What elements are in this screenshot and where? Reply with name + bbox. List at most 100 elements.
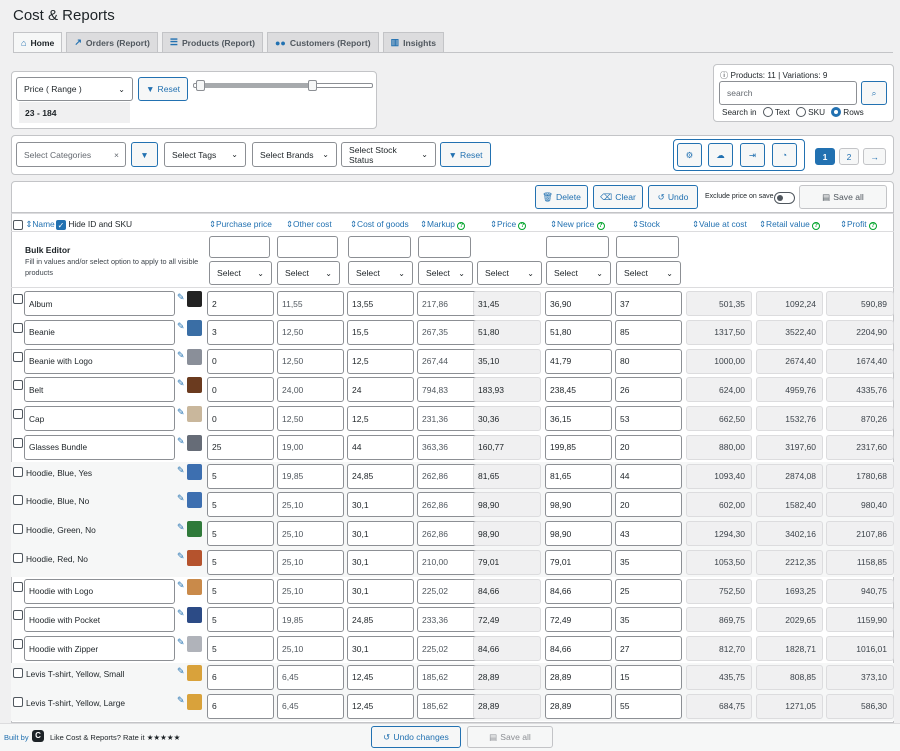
cloud-upload-button[interactable]: ☁ — [708, 143, 733, 167]
hide-id-sku-toggle[interactable]: ✓ Hide ID and SKU — [56, 219, 132, 230]
product-name-field[interactable]: Belt — [24, 377, 175, 403]
stock-field[interactable]: 27 — [615, 636, 682, 661]
search-input[interactable]: search — [719, 81, 857, 105]
cog-field[interactable]: 24 — [347, 377, 414, 403]
stock-field[interactable]: 37 — [615, 291, 682, 316]
tab-insights[interactable]: ▥ Insights — [382, 32, 445, 52]
other-field[interactable]: 11,55 — [277, 291, 344, 316]
delete-button[interactable]: 🗑 Delete — [535, 185, 588, 209]
other-field[interactable]: 12,50 — [277, 348, 344, 374]
new_price-field[interactable]: 41,79 — [545, 348, 612, 374]
bulk-select[interactable]: Select ⌄ — [418, 261, 473, 285]
edit-icon[interactable]: ✎ — [177, 350, 185, 361]
exclude-price-toggle[interactable] — [774, 192, 795, 204]
purchase-field[interactable]: 0 — [207, 377, 274, 403]
tab-orders-report[interactable]: ↗ Orders (Report) — [66, 32, 158, 52]
tags-select[interactable]: Select Tags ⌄ — [164, 142, 246, 167]
cog-field[interactable]: 30,1 — [347, 521, 414, 546]
edit-icon[interactable]: ✎ — [177, 695, 185, 706]
row-checkbox[interactable] — [13, 524, 23, 534]
new_price-field[interactable]: 84,66 — [545, 636, 612, 661]
other-field[interactable]: 25,10 — [277, 492, 344, 518]
next-page-button[interactable]: → — [863, 148, 886, 165]
bulk-select[interactable]: Select ⌄ — [348, 261, 413, 285]
bulk-select[interactable]: Select ⌄ — [209, 261, 272, 285]
bulk-select[interactable]: Select ⌄ — [277, 261, 340, 285]
column-header-profit[interactable]: ⇕Profit ? — [840, 219, 877, 230]
cog-field[interactable]: 12,45 — [347, 664, 414, 690]
stock-field[interactable]: 20 — [615, 492, 682, 518]
bulk-select[interactable]: Select ⌄ — [546, 261, 611, 285]
stock-field[interactable]: 53 — [615, 406, 682, 431]
purchase-field[interactable]: 5 — [207, 636, 274, 661]
column-header-stock[interactable]: ⇕Stock — [632, 219, 660, 229]
undo-changes-button[interactable]: ↺ Undo changes — [371, 726, 461, 748]
new_price-field[interactable]: 51,80 — [545, 319, 612, 345]
purchase-field[interactable]: 3 — [207, 319, 274, 345]
row-checkbox[interactable] — [13, 351, 23, 362]
other-field[interactable]: 24,00 — [277, 377, 344, 403]
radio-sku[interactable] — [796, 107, 807, 117]
page-1-button[interactable]: 1 — [815, 148, 835, 165]
new_price-field[interactable]: 28,89 — [545, 664, 612, 690]
bulk-input[interactable] — [616, 236, 679, 258]
purchase-field[interactable]: 25 — [207, 434, 274, 460]
purchase-field[interactable]: 5 — [207, 578, 274, 604]
other-field[interactable]: 25,10 — [277, 578, 344, 604]
row-checkbox[interactable] — [13, 552, 23, 563]
stock-field[interactable]: 43 — [615, 521, 682, 546]
purchase-field[interactable]: 6 — [207, 664, 274, 690]
new_price-field[interactable]: 98,90 — [545, 492, 612, 518]
column-header-cost-of-goods[interactable]: ⇕Cost of goods — [350, 219, 409, 229]
filter-reset-button[interactable]: ▼ Reset — [440, 142, 491, 167]
row-checkbox[interactable] — [13, 581, 23, 592]
new_price-field[interactable]: 36,15 — [545, 406, 612, 431]
other-field[interactable]: 12,50 — [277, 406, 344, 431]
bulk-input[interactable] — [546, 236, 609, 258]
purchase-field[interactable]: 5 — [207, 607, 274, 633]
product-name-field[interactable]: Hoodie with Pocket — [24, 607, 175, 633]
row-checkbox[interactable] — [13, 639, 23, 649]
purchase-field[interactable]: 2 — [207, 291, 274, 316]
product-name-field[interactable]: Hoodie with Logo — [24, 578, 175, 604]
edit-icon[interactable]: ✎ — [177, 292, 185, 303]
product-name-field[interactable]: Hoodie with Zipper — [24, 636, 175, 661]
row-checkbox[interactable] — [13, 294, 23, 304]
row-checkbox[interactable] — [13, 466, 23, 477]
undo-button[interactable]: ↺ Undo — [648, 185, 698, 209]
slider-handle-max[interactable] — [307, 80, 317, 91]
other-field[interactable]: 25,10 — [277, 549, 344, 575]
new_price-field[interactable]: 98,90 — [545, 521, 612, 546]
column-header-markup[interactable]: ⇕Markup ? — [420, 219, 466, 230]
row-checkbox[interactable] — [13, 610, 23, 621]
row-checkbox[interactable] — [13, 380, 23, 391]
other-field[interactable]: 12,50 — [277, 319, 344, 345]
rate-plugin-text[interactable]: Like Cost & Reports? Rate it ★★★★★ — [50, 733, 180, 742]
stock-field[interactable]: 80 — [615, 348, 682, 374]
footer-save-all-button[interactable]: ▤ Save all — [467, 726, 553, 748]
stock-field[interactable]: 35 — [615, 607, 682, 633]
help-icon[interactable]: ? — [812, 222, 821, 230]
purchase-field[interactable]: 0 — [207, 348, 274, 374]
stock-field[interactable]: 44 — [615, 463, 682, 489]
cog-field[interactable]: 30,1 — [347, 492, 414, 518]
other-field[interactable]: 25,10 — [277, 636, 344, 661]
radio-text[interactable] — [762, 107, 773, 117]
edit-icon[interactable]: ✎ — [177, 407, 185, 418]
clear-button[interactable]: ⌫ Clear — [593, 185, 643, 209]
stock-field[interactable]: 20 — [615, 434, 682, 460]
export-button[interactable]: ⇥ — [740, 143, 765, 167]
hide-id-sku-checkbox[interactable]: ✓ — [56, 219, 66, 230]
bulk-input[interactable] — [418, 236, 471, 258]
product-name-field[interactable]: Album — [24, 291, 175, 316]
cog-field[interactable]: 12,45 — [347, 693, 414, 719]
radio-rows[interactable] — [831, 107, 842, 117]
help-icon[interactable]: ? — [457, 222, 466, 230]
help-icon[interactable]: ? — [868, 222, 877, 230]
column-header-name[interactable]: ⇕Name — [13, 219, 55, 230]
other-field[interactable]: 6,45 — [277, 664, 344, 690]
edit-icon[interactable]: ✎ — [177, 666, 185, 677]
edit-icon[interactable]: ✎ — [177, 551, 185, 562]
purchase-field[interactable]: 5 — [207, 549, 274, 575]
categories-filter-button[interactable]: ▼ — [131, 142, 158, 167]
